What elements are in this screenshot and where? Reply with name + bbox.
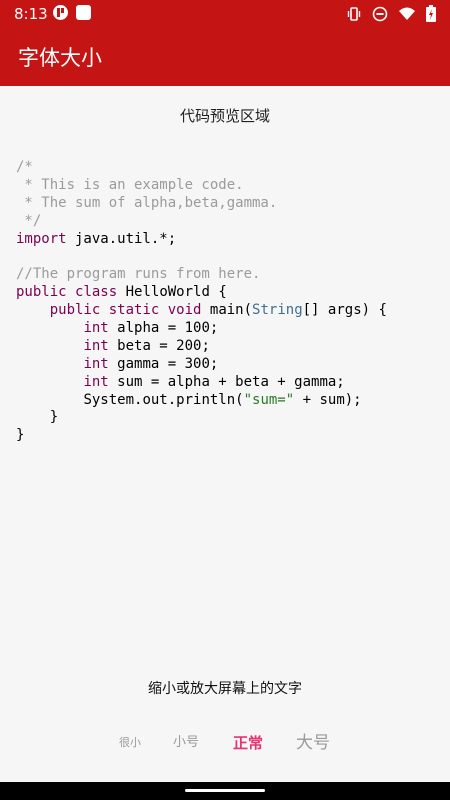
code-line: int beta = 200; — [16, 338, 441, 356]
code-line: public static void main(String[] args) { — [16, 302, 441, 320]
app-notification-icon — [53, 5, 68, 20]
code-keyword: public — [16, 284, 67, 301]
hint-text: 缩小或放大屏幕上的文字 — [148, 681, 302, 697]
code-text: beta = 200; — [108, 337, 210, 354]
code-line: */ — [16, 212, 42, 229]
code-preview: /* * This is an example code. * The sum … — [16, 159, 441, 445]
code-line: int gamma = 300; — [16, 356, 441, 374]
code-text: [] args) { — [302, 302, 387, 319]
status-left-icons — [52, 4, 92, 21]
code-text: System.out.println( — [83, 391, 244, 408]
code-line: public class HelloWorld { — [16, 284, 441, 302]
code-string: "sum=" — [243, 391, 295, 408]
font-size-selector: 很小 小号 正常 大号 — [0, 728, 450, 762]
code-keyword: int — [83, 373, 109, 390]
navigation-bar — [0, 782, 450, 800]
code-keyword: int — [83, 320, 109, 337]
battery-icon — [426, 5, 436, 22]
status-time: 8:13 — [14, 5, 48, 23]
code-line: /* — [16, 159, 33, 175]
code-keyword: int — [83, 355, 109, 372]
preview-title: 代码预览区域 — [179, 107, 270, 125]
do-not-disturb-icon — [372, 6, 388, 21]
vibrate-icon — [347, 6, 361, 21]
code-keyword: static — [108, 302, 160, 319]
app-square-icon — [76, 5, 91, 20]
code-line: //The program runs from here. — [16, 266, 261, 283]
code-keyword: import — [16, 230, 67, 247]
code-line: } — [16, 409, 59, 426]
code-line: } — [16, 427, 25, 444]
home-gesture-handle[interactable] — [185, 789, 265, 792]
code-line: * This is an example code. — [16, 176, 244, 193]
code-keyword: int — [83, 337, 109, 354]
code-line: int alpha = 100; — [16, 320, 441, 338]
size-option-large[interactable]: 大号 — [296, 728, 330, 758]
app-bar: 字体大小 — [0, 28, 450, 86]
wifi-icon — [399, 7, 415, 20]
status-bar: 8:13 — [0, 0, 450, 28]
code-text: sum = alpha + beta + gamma; — [108, 373, 345, 390]
code-type: String — [252, 302, 303, 319]
code-line: * The sum of alpha,beta,gamma. — [16, 194, 278, 211]
code-text: main( — [201, 302, 253, 319]
code-line: import java.util.*; — [16, 231, 441, 249]
code-text: gamma = 300; — [108, 355, 219, 372]
code-text: HelloWorld { — [117, 284, 227, 301]
app-title: 字体大小 — [18, 46, 102, 70]
code-text: + sum); — [294, 391, 362, 408]
size-option-small[interactable]: 小号 — [173, 728, 199, 758]
size-option-normal[interactable]: 正常 — [233, 728, 263, 758]
code-text: java.util.*; — [66, 230, 177, 247]
code-text: alpha = 100; — [108, 320, 219, 337]
code-keyword: public — [49, 302, 101, 319]
size-option-extra-small[interactable]: 很小 — [119, 728, 141, 758]
code-keyword: void — [167, 302, 202, 319]
status-right-icons — [346, 5, 436, 22]
code-line: int sum = alpha + beta + gamma; — [16, 374, 441, 392]
code-keyword: class — [75, 284, 118, 301]
code-line: System.out.println("sum=" + sum); — [16, 392, 441, 410]
